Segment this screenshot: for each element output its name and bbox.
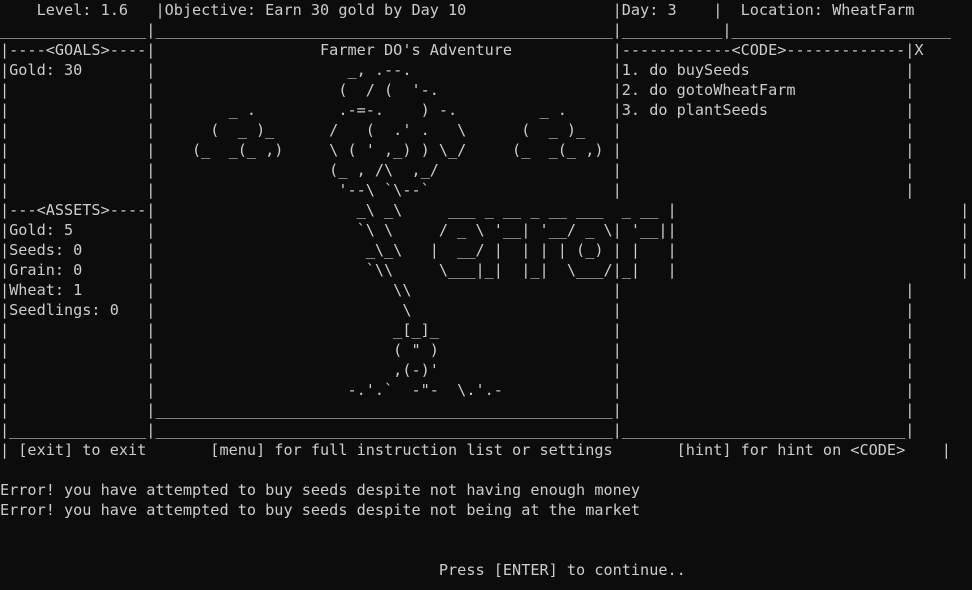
panel-row-6: | | (_ , /\ ,_/ | |	[0, 161, 915, 179]
status-bar: Level: 1.6 |Objective: Earn 30 gold by D…	[0, 1, 915, 19]
panel-row-7: | | '--\ `\--` | |	[0, 181, 915, 199]
error-message-1: Error! you have attempted to buy seeds d…	[0, 481, 641, 499]
panel-row-11: | | -.'.` -"- \.'.- | |	[0, 381, 915, 399]
panel-row-1: |Gold: 30 | _, .--. |1. do buySeeds |	[0, 61, 915, 79]
panel-row-5: | | (_ _(_ ,) \ ( ' ,_) ) \_/ (_ _(_ ,) …	[0, 141, 915, 159]
panel-row-2: | | ( / ( '-. |2. do gotoWheatFarm |	[0, 81, 915, 99]
panel-row-3: | | _ . .-=-. ) -. _ . |3. do plantSeeds…	[0, 101, 915, 119]
asset-grain-row: |Grain: 0 | `\\ \___|_| |_| \___/|_| | |	[0, 261, 970, 279]
assets-header-row: |---<ASSETS>----| _\ _\ ___ _ __ _ __ __…	[0, 201, 970, 219]
panel-row-8: | | _[_]_ | |	[0, 321, 915, 339]
asset-gold-row: |Gold: 5 | `\ \ / _ \ '__| '__/ _ \| '__…	[0, 221, 970, 239]
error-message-2: Error! you have attempted to buy seeds d…	[0, 501, 641, 519]
asset-seedlings-row: |Seedlings: 0 | \ | |	[0, 301, 915, 319]
panel-row-10: | | ,(-)' | |	[0, 361, 915, 379]
panel-row-9: | | ( " ) | |	[0, 341, 915, 359]
panel-row-4: | | ( _ )_ / ( .' . \ ( _ )_ | |	[0, 121, 915, 139]
asset-seeds-row: |Seeds: 0 | _\_\ | __/ | | | | (_) | | |…	[0, 241, 970, 259]
asset-wheat-row: |Wheat: 1 | \\ | |	[0, 281, 915, 299]
terminal-screen: Level: 1.6 |Objective: Earn 30 gold by D…	[0, 0, 972, 590]
panel-row-12: | |_____________________________________…	[0, 401, 915, 419]
panel-bottom-border: |_______________|_______________________…	[0, 421, 915, 439]
continue-prompt[interactable]: Press [ENTER] to continue..	[0, 560, 686, 580]
panel-headers: |----<GOALS>----| Farmer DO's Adventure …	[0, 41, 924, 59]
command-help-row: | [exit] to exit [menu] for full instruc…	[0, 441, 951, 459]
header-divider: ________________|_______________________…	[0, 21, 951, 39]
